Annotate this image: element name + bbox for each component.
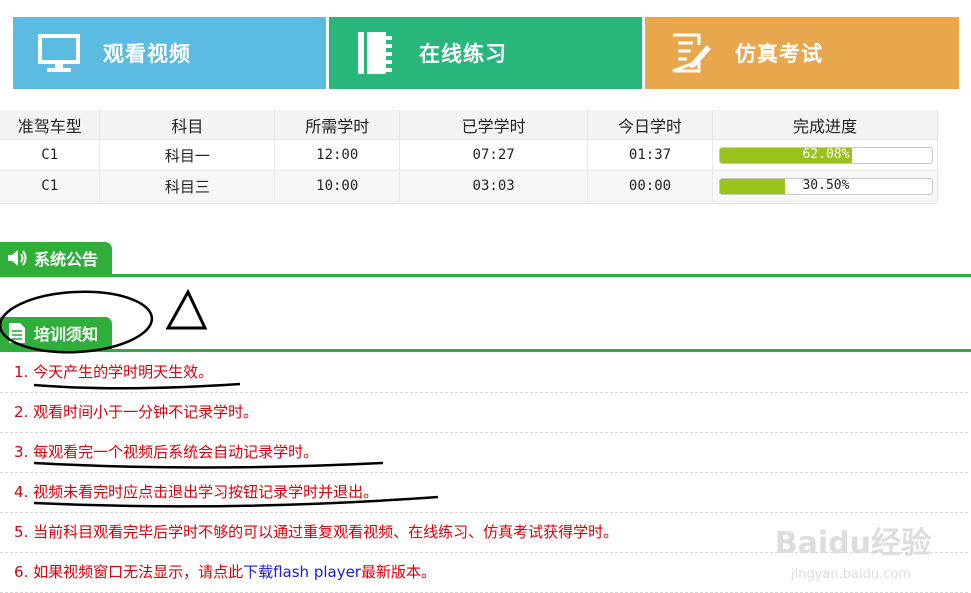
cell-learned: 07:27	[399, 139, 589, 171]
table-row: C1 科目一 12:00 07:27 01:37 62.08%	[0, 139, 939, 171]
col-header-subject: 科目	[99, 110, 276, 140]
notice-text: 最新版本。	[360, 563, 436, 581]
mock-exam-label: 仿真考试	[735, 42, 823, 66]
watermark-url: jingyan.baidu.com	[791, 567, 911, 582]
training-tab[interactable]: 培训须知	[0, 317, 113, 349]
col-header-required-hours: 所需学时	[274, 110, 401, 140]
announcement-tab[interactable]: 系统公告	[0, 242, 113, 274]
cell-today: 00:00	[587, 170, 713, 202]
col-header-learned-hours: 已学学时	[399, 110, 589, 140]
list-item: 3. 每观看完一个视频后系统会自动记录学时。	[0, 433, 968, 473]
download-flash-link[interactable]: 下载flash player	[243, 563, 361, 581]
cell-subject: 科目一	[99, 139, 276, 171]
col-header-progress: 完成进度	[712, 110, 939, 140]
exam-paper-icon	[667, 29, 715, 77]
progress-bar: 30.50%	[718, 177, 933, 195]
training-title: 培训须知	[34, 325, 99, 344]
progress-percent: 30.50%	[802, 177, 850, 193]
monitor-icon	[35, 29, 83, 77]
list-item: 1. 今天产生的学时明天生效。	[0, 353, 968, 393]
table-row: C1 科目三 10:00 03:03 00:00 30.50%	[0, 170, 939, 202]
cell-vehicle: C1	[0, 170, 101, 202]
announcement-title: 系统公告	[34, 250, 99, 269]
col-header-today-hours: 今日学时	[587, 110, 713, 140]
document-icon	[6, 322, 28, 344]
list-item: 4. 视频未看完时应点击退出学习按钮记录学时并退出。	[0, 473, 968, 513]
table-header-row: 准驾车型 科目 所需学时 已学学时 今日学时 完成进度	[0, 110, 939, 140]
list-item: 2. 观看时间小于一分钟不记录学时。	[0, 393, 968, 433]
training-divider	[0, 349, 971, 352]
cell-required: 10:00	[274, 170, 401, 202]
cell-learned: 03:03	[399, 170, 589, 202]
watch-video-tile[interactable]: 观看视频	[13, 17, 326, 89]
notice-text: 6. 如果视频窗口无法显示，请点此	[14, 563, 244, 581]
mock-exam-tile[interactable]: 仿真考试	[645, 17, 959, 89]
cell-subject: 科目三	[99, 170, 276, 202]
online-practice-tile[interactable]: 在线练习	[329, 17, 642, 89]
progress-percent: 62.08%	[802, 146, 850, 162]
col-header-vehicle: 准驾车型	[0, 110, 101, 140]
study-progress-table: 准驾车型 科目 所需学时 已学学时 今日学时 完成进度 C1 科目一 12:00…	[0, 110, 939, 204]
watermark-logo: Baidu经验	[774, 526, 931, 561]
cell-progress: 30.50%	[712, 170, 939, 202]
announcement-divider	[0, 274, 971, 277]
feature-tiles: 观看视频 在线练习 仿真考试	[0, 0, 971, 108]
cell-today: 01:37	[587, 139, 713, 171]
online-practice-label: 在线练习	[419, 42, 507, 66]
cell-vehicle: C1	[0, 139, 101, 171]
progress-bar: 62.08%	[718, 146, 933, 164]
notebook-icon	[351, 29, 399, 77]
speaker-icon	[6, 247, 28, 269]
watch-video-label: 观看视频	[103, 42, 191, 66]
cell-progress: 62.08%	[712, 139, 939, 171]
cell-required: 12:00	[274, 139, 401, 171]
